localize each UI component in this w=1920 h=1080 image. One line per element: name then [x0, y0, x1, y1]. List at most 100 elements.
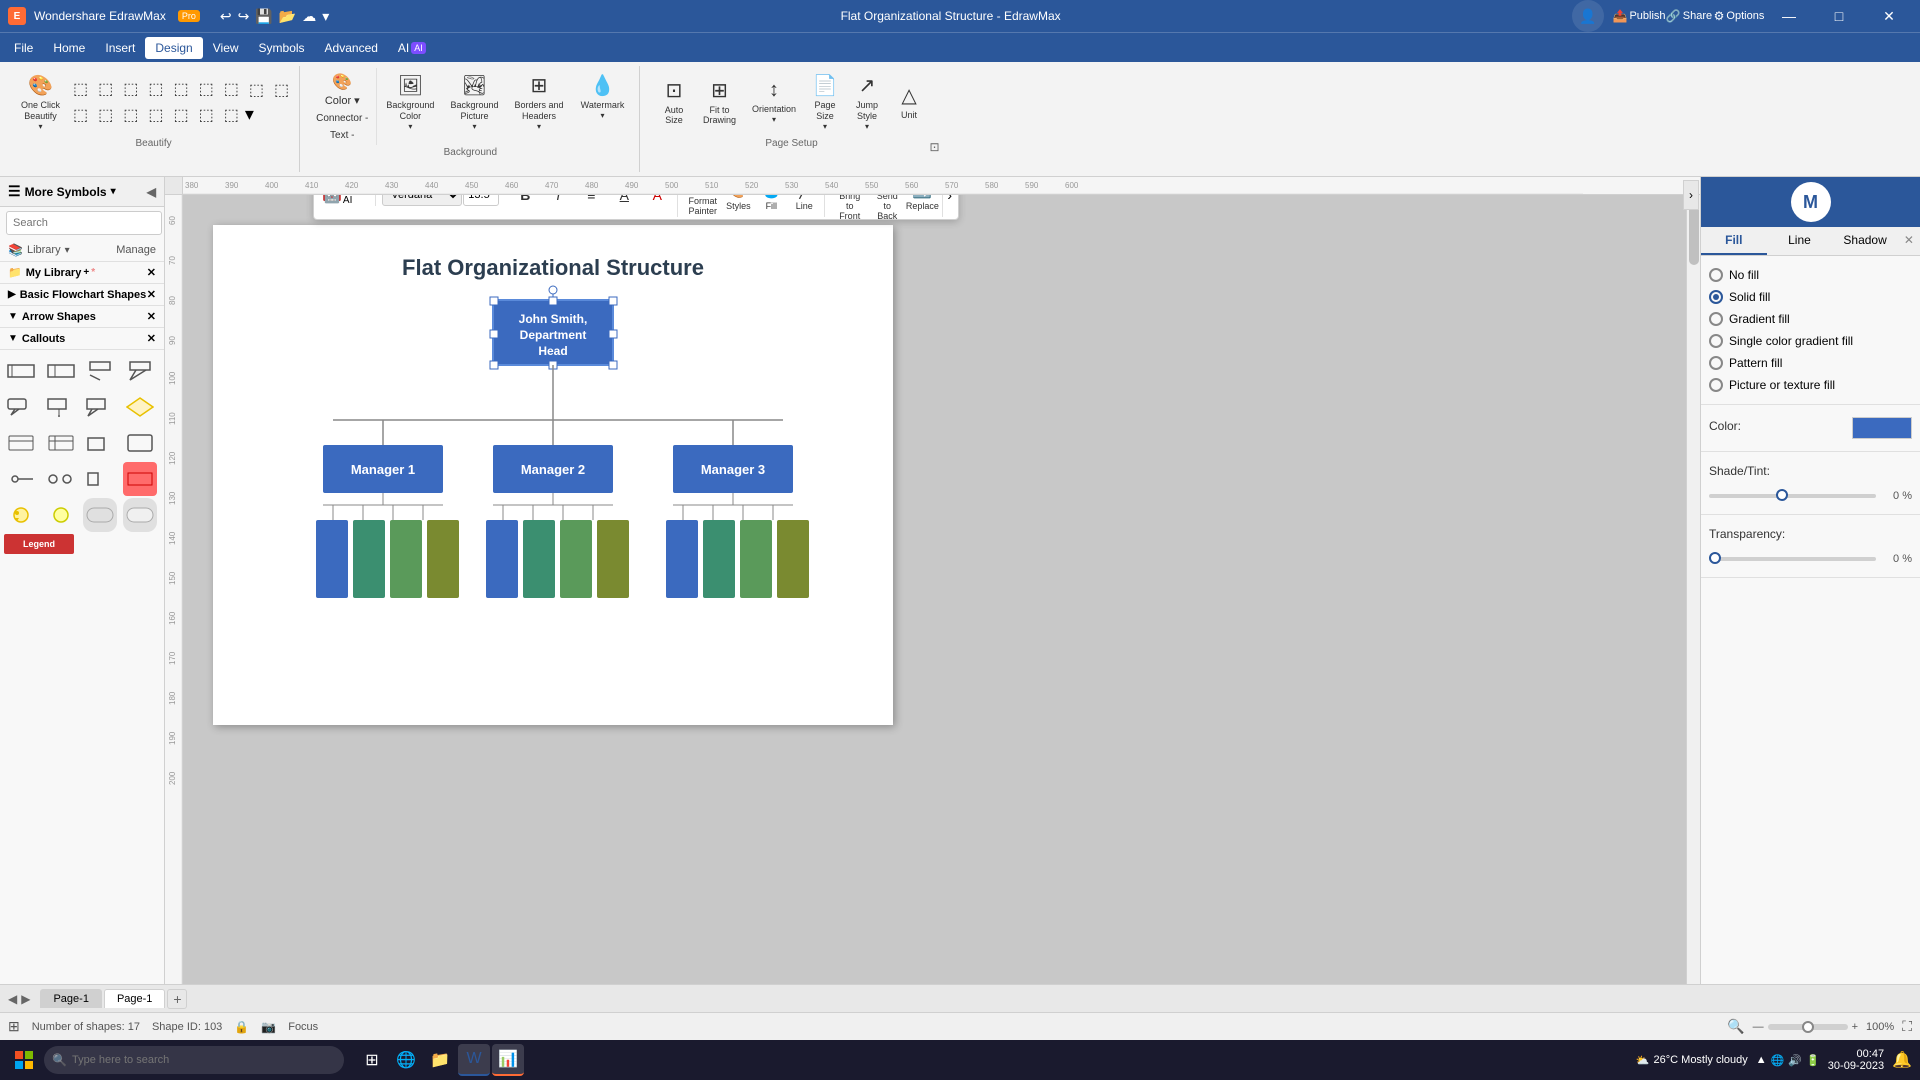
- handle-ml[interactable]: [490, 330, 498, 338]
- staff-g2-2[interactable]: [523, 520, 555, 598]
- beautify-btn-7[interactable]: ⬚: [144, 77, 167, 101]
- expand-arrow-btn[interactable]: ▾: [245, 104, 254, 125]
- shape-item[interactable]: [123, 426, 157, 460]
- fullscreen-btn[interactable]: ⛶: [1902, 1018, 1912, 1035]
- picture-fill-radio[interactable]: [1709, 378, 1723, 392]
- minimize-btn[interactable]: —: [1766, 0, 1812, 32]
- page-scroll-right-btn[interactable]: ▶: [21, 992, 30, 1006]
- font-selector[interactable]: Verdana: [382, 195, 462, 206]
- search-input[interactable]: [6, 211, 162, 235]
- page-scroll-left-btn[interactable]: ◀: [8, 992, 17, 1006]
- tab-line[interactable]: Line: [1767, 227, 1833, 255]
- menu-file[interactable]: File: [4, 37, 43, 59]
- my-library-section[interactable]: 📁 My Library + * ✕: [0, 262, 164, 284]
- cloud-btn[interactable]: ☁: [302, 8, 316, 25]
- manage-btn[interactable]: Manage: [116, 244, 156, 256]
- borders-headers-btn[interactable]: ⊞ Borders andHeaders ▾: [507, 68, 570, 136]
- shape-item[interactable]: [83, 426, 117, 460]
- open-btn[interactable]: 📂: [279, 8, 296, 25]
- transparency-slider-track[interactable]: [1709, 557, 1876, 561]
- shape-item[interactable]: [4, 462, 38, 496]
- menu-home[interactable]: Home: [43, 37, 95, 59]
- arrow-shapes-close-btn[interactable]: ✕: [147, 310, 156, 323]
- close-btn[interactable]: ✕: [1866, 0, 1912, 32]
- handle-tc[interactable]: [549, 297, 557, 305]
- text-color-btn[interactable]: A: [641, 195, 673, 217]
- arrow-shapes-section[interactable]: ▼ Arrow Shapes ✕: [0, 306, 164, 328]
- menu-ai[interactable]: AI AI: [388, 37, 436, 59]
- menu-advanced[interactable]: Advanced: [315, 37, 388, 59]
- one-click-beautify-btn[interactable]: 🎨 One ClickBeautify ▾: [14, 68, 67, 136]
- format-painter-btn[interactable]: 🖌 Format Painter: [684, 195, 721, 217]
- single-gradient-radio[interactable]: [1709, 334, 1723, 348]
- beautify-btn-16[interactable]: ⬚: [270, 78, 293, 102]
- staff-g2-4[interactable]: [597, 520, 629, 598]
- single-gradient-option[interactable]: Single color gradient fill: [1709, 330, 1912, 352]
- shape-item[interactable]: [4, 426, 38, 460]
- basic-flowchart-close-btn[interactable]: ✕: [147, 288, 156, 301]
- page-tab-1[interactable]: Page-1: [40, 989, 101, 1008]
- zoom-slider-thumb[interactable]: [1802, 1021, 1814, 1033]
- styles-btn[interactable]: 🎨 Styles: [722, 195, 754, 217]
- auto-size-btn[interactable]: ⊡ AutoSize: [654, 73, 694, 132]
- background-color-btn[interactable]: 🖼 BackgroundColor ▾: [379, 68, 441, 136]
- zoom-in-btn[interactable]: +: [1852, 1021, 1858, 1033]
- italic-btn[interactable]: I: [542, 195, 574, 217]
- edraw-ai-btn[interactable]: Edraw AI: [343, 195, 371, 206]
- add-page-btn[interactable]: +: [167, 989, 187, 1009]
- menu-view[interactable]: View: [203, 37, 249, 59]
- task-view-btn[interactable]: ⊞: [356, 1044, 388, 1076]
- handle-tr[interactable]: [609, 297, 617, 305]
- replace-btn[interactable]: 🔄 Replace: [906, 195, 938, 217]
- taskbar-search-input[interactable]: [44, 1046, 344, 1074]
- start-btn[interactable]: [8, 1044, 40, 1076]
- bring-to-front-btn[interactable]: ⬆ Bring to Front: [831, 195, 868, 217]
- options-btn[interactable]: ⚙Options: [1716, 0, 1762, 32]
- connector-btn[interactable]: Connector -: [312, 111, 372, 126]
- color-btn[interactable]: 🎨 Color ▾: [321, 70, 364, 109]
- staff-g3-4[interactable]: [777, 520, 809, 598]
- beautify-btn-6[interactable]: ⬚: [119, 103, 142, 127]
- undo-btn[interactable]: ↩: [220, 8, 232, 25]
- my-library-close-btn[interactable]: ✕: [147, 266, 156, 279]
- shape-item[interactable]: [123, 354, 157, 388]
- beautify-btn-14[interactable]: ⬚: [220, 103, 243, 127]
- fit-drawing-btn[interactable]: ⊞ Fit toDrawing: [696, 73, 743, 132]
- handle-br[interactable]: [609, 361, 617, 369]
- handle-tl[interactable]: [490, 297, 498, 305]
- beautify-btn-15[interactable]: ⬚: [245, 78, 268, 102]
- status-view-btn[interactable]: ⊞: [8, 1018, 20, 1035]
- edge-btn[interactable]: 🌐: [390, 1044, 422, 1076]
- staff-g1-2[interactable]: [353, 520, 385, 598]
- shape-item[interactable]: [83, 462, 117, 496]
- shape-item[interactable]: [44, 498, 78, 532]
- line-btn[interactable]: ╱ Line: [788, 195, 820, 217]
- beautify-btn-13[interactable]: ⬚: [195, 103, 218, 127]
- beautify-btn-10[interactable]: ⬚: [170, 103, 193, 127]
- callouts-section[interactable]: ▼ Callouts ✕: [0, 328, 164, 350]
- bold-btn[interactable]: B: [509, 195, 541, 217]
- shape-item[interactable]: [123, 462, 157, 496]
- shape-item[interactable]: [4, 498, 38, 532]
- focus-label[interactable]: Focus: [288, 1021, 318, 1033]
- picture-fill-option[interactable]: Picture or texture fill: [1709, 374, 1912, 396]
- staff-g2-3[interactable]: [560, 520, 592, 598]
- solid-fill-option[interactable]: Solid fill: [1709, 286, 1912, 308]
- no-fill-radio[interactable]: [1709, 268, 1723, 282]
- shape-item[interactable]: [4, 354, 38, 388]
- beautify-btn-4[interactable]: ⬚: [69, 103, 92, 127]
- shape-item[interactable]: [44, 354, 78, 388]
- staff-g3-3[interactable]: [740, 520, 772, 598]
- beautify-btn-1[interactable]: ⬚: [69, 77, 92, 101]
- jump-style-btn[interactable]: ↗ JumpStyle ▾: [847, 68, 887, 136]
- right-panel-collapse-btn[interactable]: ›: [1683, 180, 1699, 210]
- staff-g1-4[interactable]: [427, 520, 459, 598]
- drawing-area[interactable]: 🤖 Edraw AI Verdana B I ≡: [183, 195, 1700, 984]
- staff-g3-2[interactable]: [703, 520, 735, 598]
- pattern-fill-radio[interactable]: [1709, 356, 1723, 370]
- beautify-btn-2[interactable]: ⬚: [94, 77, 117, 101]
- handle-mr[interactable]: [609, 330, 617, 338]
- shape-item[interactable]: [44, 462, 78, 496]
- text-underline-btn[interactable]: A: [608, 195, 640, 217]
- orientation-btn[interactable]: ↕ Orientation ▾: [745, 74, 803, 129]
